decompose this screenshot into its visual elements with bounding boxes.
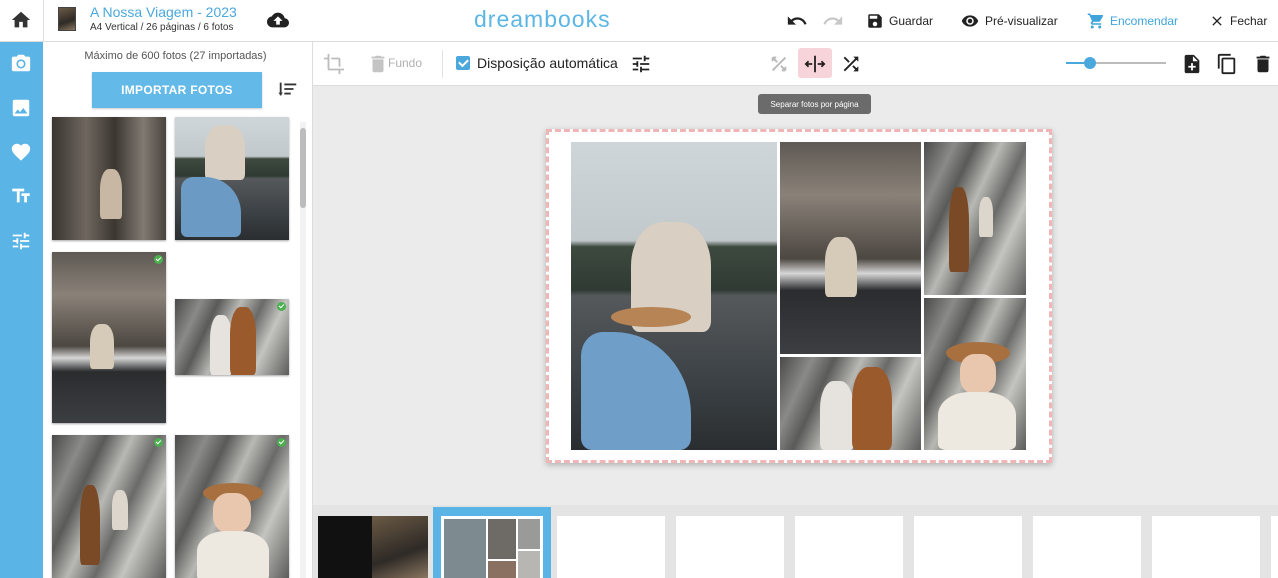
photo-woman-hat[interactable] [175,435,289,578]
sliders-icon[interactable] [10,230,32,252]
page-thumb-cover[interactable] [318,516,428,578]
merge-photos-icon[interactable] [768,53,790,75]
tune-icon[interactable] [630,53,652,75]
close-label: Fechar [1230,14,1268,28]
save-label: Guardar [889,14,934,28]
camera-icon[interactable] [10,52,32,74]
page-thumb-empty[interactable] [1033,516,1141,578]
spread-photo-woman-boat[interactable] [571,142,777,450]
used-check-icon [277,438,286,447]
dreambooks-logo: dreambooks [474,6,611,32]
close-button[interactable]: Fechar [1209,0,1267,42]
page-spread[interactable] [546,129,1052,463]
max-photos-text: Máximo de 600 fotos (27 importadas) [84,50,267,62]
project-subtitle: A4 Vertical / 26 páginas / 6 fotos [90,22,234,33]
order-label: Encomendar [1110,14,1179,28]
delete-page-icon[interactable] [1252,53,1274,75]
photo-scrollbar-thumb[interactable] [300,128,306,208]
crop-icon[interactable] [323,53,345,75]
redo-icon[interactable] [822,10,844,32]
preview-label: Pré-visualizar [985,14,1058,28]
auto-layout-checkbox[interactable] [456,56,470,70]
photo-woman-boat-rock[interactable] [52,252,166,423]
photo-panel: Máximo de 600 fotos (27 importadas) IMPO… [43,42,313,578]
trash-background-icon[interactable] [367,53,389,75]
eye-icon [961,15,979,27]
page-thumb-empty[interactable] [676,516,784,578]
sort-icon[interactable] [277,78,299,100]
tool-rail [0,42,43,578]
close-icon [1212,16,1222,26]
background-label[interactable]: Fundo [388,56,422,70]
page-thumb-empty[interactable] [914,516,1022,578]
cart-icon [1087,13,1104,29]
page-thumb-empty[interactable] [795,516,903,578]
app-header: A Nossa Viagem - 2023 A4 Vertical / 26 p… [0,0,1278,42]
zoom-slider-handle[interactable] [1084,57,1096,69]
book-cover-thumbnail[interactable] [58,7,76,31]
photo-rock-cliff[interactable] [52,117,166,240]
add-page-icon[interactable] [1181,53,1203,75]
text-icon[interactable] [10,185,32,207]
page-thumb-empty[interactable] [1152,516,1260,578]
import-photos-button[interactable]: IMPORTAR FOTOS [92,72,262,108]
undo-icon[interactable] [786,10,808,32]
page-thumb-spread[interactable] [441,516,543,578]
spread-photo-woman-boat-rock[interactable] [780,142,921,354]
header-divider [43,0,44,42]
auto-layout-label[interactable]: Disposição automática [477,55,618,71]
photo-couple-hat[interactable] [175,299,289,375]
save-icon [868,14,882,28]
cloud-upload-icon[interactable] [266,9,290,31]
spread-photo-woman-hat[interactable] [924,298,1026,450]
page-thumb-empty[interactable] [1271,516,1278,578]
preview-button[interactable]: Pré-visualizar [960,0,1058,42]
photo-couple-rocks[interactable] [52,435,166,578]
used-check-icon [154,255,163,264]
save-button[interactable]: Guardar [866,0,933,42]
duplicate-page-icon[interactable] [1216,53,1238,75]
used-check-icon [154,438,163,447]
heart-icon[interactable] [10,141,32,163]
shuffle-icon[interactable] [840,53,862,75]
home-icon[interactable] [10,9,32,31]
split-horizontal-icon [804,55,826,73]
order-button[interactable]: Encomendar [1087,0,1178,42]
separate-photos-tooltip: Separar fotos por página [758,94,871,114]
spread-photo-couple-hat[interactable] [780,357,921,450]
project-title[interactable]: A Nossa Viagem - 2023 [90,4,237,20]
spread-photo-couple-rocks[interactable] [924,142,1026,295]
used-check-icon [277,302,286,311]
toolbar-divider [442,50,443,78]
page-thumb-empty[interactable] [557,516,665,578]
image-icon[interactable] [10,97,32,119]
photo-woman-boat[interactable] [175,117,289,240]
